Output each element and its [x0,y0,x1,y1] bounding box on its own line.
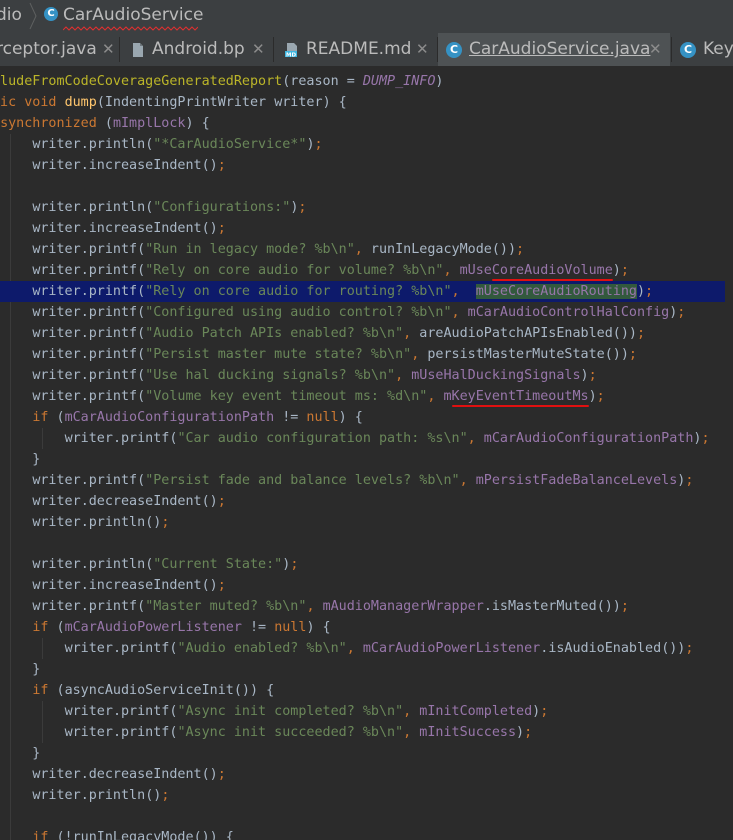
java-class-icon: C [680,42,696,58]
red-underline-annotation [451,405,590,407]
code-line[interactable]: writer.printf("Audio Patch APIs enabled?… [0,323,725,344]
java-class-icon: C [44,7,58,21]
tab-label: Key [703,39,733,59]
code-line[interactable]: writer.printf("Async init completed? %b\… [0,701,725,722]
code-line[interactable]: if (mCarAudioPowerListener != null) { [0,617,725,638]
code-line[interactable]: writer.printf("Rely on core audio for vo… [0,260,725,281]
code-line[interactable] [0,533,725,554]
svg-text:MD: MD [286,53,296,59]
tab-key[interactable]: C Key [672,33,733,66]
tab-label: CarAudioService.java [469,39,651,59]
file-icon [133,43,143,57]
code-line[interactable]: writer.printf("Configured using audio co… [0,302,725,323]
code-line[interactable]: writer.println(); [0,785,725,806]
breadcrumb: dio C CarAudioService [0,0,733,34]
tab-readme[interactable]: MD README.md ✕ [274,33,436,66]
tab-label: Android.bp [152,39,245,59]
code-line[interactable]: } [0,449,725,470]
code-line[interactable]: writer.printf("Car audio configuration p… [0,428,725,449]
code-line[interactable]: writer.increaseIndent(); [0,155,725,176]
markdown-icon: MD [285,43,297,59]
code-line[interactable]: if (mCarAudioConfigurationPath != null) … [0,407,725,428]
breadcrumb-separator-icon [29,2,37,30]
ide-window: dio C CarAudioService rceptor.java ✕ And… [0,0,733,840]
code-line[interactable]: writer.printf("Rely on core audio for ro… [0,281,725,302]
code-line[interactable]: writer.printf("Async init succeeded? %b\… [0,722,725,743]
tab-android-bp[interactable]: Android.bp ✕ [120,33,272,66]
red-underline-annotation [492,279,614,281]
code-line[interactable]: cludeFromCodeCoverageGeneratedReport(rea… [0,71,725,92]
tab-label: README.md [306,39,412,59]
tab-car-audio-service[interactable]: C CarAudioService.java ✕ [438,33,670,66]
tab-interceptor[interactable]: rceptor.java ✕ [0,33,118,66]
code-line[interactable]: writer.increaseIndent(); [0,218,725,239]
code-line[interactable]: writer.decreaseIndent(); [0,491,725,512]
code-line[interactable]: writer.printf("Use hal ducking signals? … [0,365,725,386]
editor-tabs: rceptor.java ✕ Android.bp ✕ MD README.md… [0,33,733,67]
code-line[interactable] [0,176,725,197]
code-line[interactable]: writer.increaseIndent(); [0,575,725,596]
code-line[interactable]: writer.printf("Persist master mute state… [0,344,725,365]
code-line[interactable]: writer.println(); [0,512,725,533]
tab-label: rceptor.java [0,39,97,59]
code-line[interactable]: } [0,743,725,764]
code-editor[interactable]: cludeFromCodeCoverageGeneratedReport(rea… [0,67,733,840]
code-line[interactable]: synchronized (mImplLock) { [0,113,725,134]
code-line[interactable]: writer.printf("Audio enabled? %b\n", mCa… [0,638,725,659]
code-line[interactable]: writer.printf("Persist fade and balance … [0,470,725,491]
breadcrumb-item-previous[interactable]: dio [0,5,22,25]
code-line[interactable]: if (!runInLegacyMode()) { [0,827,725,840]
search-match: mUseCoreAudioRouting [475,284,637,299]
error-squiggle [63,26,198,31]
close-icon[interactable]: ✕ [102,40,115,58]
close-icon[interactable]: ✕ [416,40,429,58]
code-line[interactable]: writer.printf("Master muted? %b\n", mAud… [0,596,725,617]
code-line[interactable] [0,806,725,827]
close-icon[interactable]: ✕ [252,40,265,58]
code-line[interactable]: } [0,659,725,680]
code-line[interactable]: writer.decreaseIndent(); [0,764,725,785]
breadcrumb-item-current[interactable]: CarAudioService [63,5,203,25]
close-icon[interactable]: ✕ [649,40,662,58]
code-line[interactable]: writer.println("*CarAudioService*"); [0,134,725,155]
code-line[interactable]: writer.println("Current State:"); [0,554,725,575]
code-line[interactable]: writer.println("Configurations:"); [0,197,725,218]
code-line[interactable]: lic void dump(IndentingPrintWriter write… [0,92,725,113]
code-line[interactable]: writer.printf("Volume key event timeout … [0,386,725,407]
code-line[interactable]: writer.printf("Run in legacy mode? %b\n"… [0,239,725,260]
java-class-icon: C [446,42,462,58]
code-line[interactable]: if (asyncAudioServiceInit()) { [0,680,725,701]
